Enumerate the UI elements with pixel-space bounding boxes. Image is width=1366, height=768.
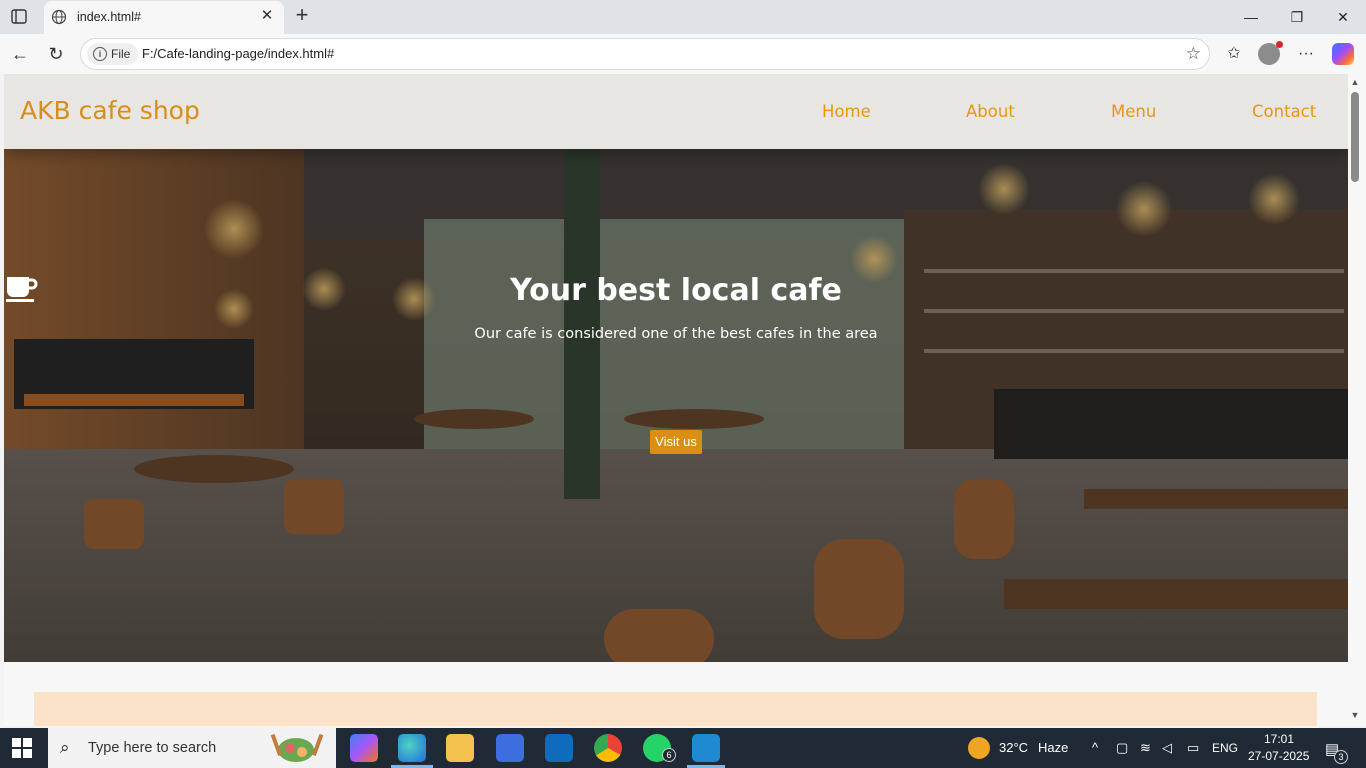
clock-time[interactable]: 17:01	[1264, 732, 1294, 746]
browser-toolbar: ← ↻ i File F:/Cafe-landing-page/index.htm…	[0, 34, 1366, 74]
profile-avatar[interactable]	[1258, 41, 1283, 65]
visit-us-button[interactable]: Visit us	[650, 430, 702, 454]
close-window-button[interactable]: ✕	[1320, 0, 1366, 34]
tab-title: index.html#	[77, 10, 141, 24]
search-highlight-icon	[270, 733, 324, 762]
favorite-star-icon[interactable]: ☆	[1186, 44, 1201, 64]
copilot-app-icon[interactable]	[350, 734, 378, 762]
clock-date[interactable]: 27-07-2025	[1248, 749, 1309, 763]
volume-icon[interactable]: ◁	[1162, 740, 1172, 756]
tab-strip: index.html# ✕ + — ❐ ✕	[0, 0, 1366, 34]
start-button[interactable]	[12, 738, 32, 758]
new-tab-button[interactable]: +	[290, 4, 314, 28]
nav-contact[interactable]: Contact	[1252, 102, 1316, 121]
nav-about[interactable]: About	[966, 102, 1015, 121]
store-app-icon[interactable]	[496, 734, 524, 762]
file-explorer-icon[interactable]	[446, 734, 474, 762]
coffee-cup-icon	[6, 277, 38, 302]
show-hidden-icons-icon[interactable]: ^	[1092, 740, 1098, 755]
search-placeholder: Type here to search	[88, 740, 217, 756]
page-scrollbar[interactable]: ▲ ▼	[1348, 74, 1366, 726]
nav-menu[interactable]: Menu	[1111, 102, 1156, 121]
site-logo[interactable]: AKB cafe shop	[20, 96, 200, 125]
vscode-app-icon[interactable]	[692, 734, 720, 762]
scrollbar-thumb[interactable]	[1351, 92, 1359, 182]
tab-actions-icon	[11, 9, 27, 24]
nav-home[interactable]: Home	[822, 102, 871, 121]
browser-tab[interactable]: index.html# ✕	[44, 1, 284, 34]
notifications-badge: 3	[1334, 750, 1348, 764]
search-icon: ⌕	[60, 738, 70, 757]
hero-overlay	[4, 149, 1348, 662]
address-bar[interactable]: i File F:/Cafe-landing-page/index.html# ☆	[80, 38, 1210, 70]
more-menu-icon[interactable]: ···	[1294, 42, 1318, 66]
info-icon: i	[93, 47, 107, 61]
url-text: F:/Cafe-landing-page/index.html#	[142, 46, 335, 61]
restore-button[interactable]: ❐	[1274, 0, 1320, 34]
tab-actions-button[interactable]	[8, 7, 32, 27]
battery-icon[interactable]: ▭	[1187, 740, 1199, 756]
globe-icon	[51, 9, 67, 25]
about-section	[34, 692, 1317, 726]
favorites-icon[interactable]: ✩	[1222, 42, 1246, 66]
chrome-app-icon[interactable]	[594, 734, 622, 762]
tab-close-icon[interactable]: ✕	[258, 7, 276, 25]
minimize-button[interactable]: —	[1228, 0, 1274, 34]
taskbar-search[interactable]: ⌕ Type here to search	[48, 728, 336, 768]
weather-icon[interactable]	[968, 737, 990, 759]
edge-app-icon[interactable]	[398, 734, 426, 762]
hero-title: Your best local cafe	[4, 273, 1348, 308]
hero-section: Your best local cafe Our cafe is conside…	[4, 149, 1348, 662]
whatsapp-badge: 6	[662, 748, 676, 762]
weather-desc[interactable]: Haze	[1038, 740, 1068, 755]
meet-now-icon[interactable]: ▢	[1116, 740, 1128, 756]
hero-subtitle: Our cafe is considered one of the best c…	[474, 326, 878, 342]
wifi-icon[interactable]: ≋	[1140, 740, 1151, 756]
site-header: AKB cafe shop Home About Menu Contact	[4, 74, 1348, 149]
outlook-app-icon[interactable]	[545, 734, 573, 762]
copilot-icon[interactable]	[1332, 43, 1354, 65]
site-info-label: File	[111, 47, 131, 61]
back-button[interactable]: ←	[8, 42, 32, 66]
page-viewport: AKB cafe shop Home About Menu Contact Yo…	[4, 74, 1348, 726]
scroll-up-icon[interactable]: ▲	[1350, 77, 1360, 87]
site-info-chip[interactable]: i File	[87, 43, 139, 65]
weather-temp[interactable]: 32°C	[999, 740, 1028, 755]
hero-title-text: Your best local cafe	[510, 273, 842, 308]
scroll-down-icon[interactable]: ▼	[1350, 710, 1360, 720]
windows-taskbar: ⌕ Type here to search 6 32°C Haze ^ ▢ ≋ …	[0, 728, 1366, 768]
refresh-button[interactable]: ↻	[44, 42, 68, 66]
language-indicator[interactable]: ENG	[1212, 741, 1238, 755]
